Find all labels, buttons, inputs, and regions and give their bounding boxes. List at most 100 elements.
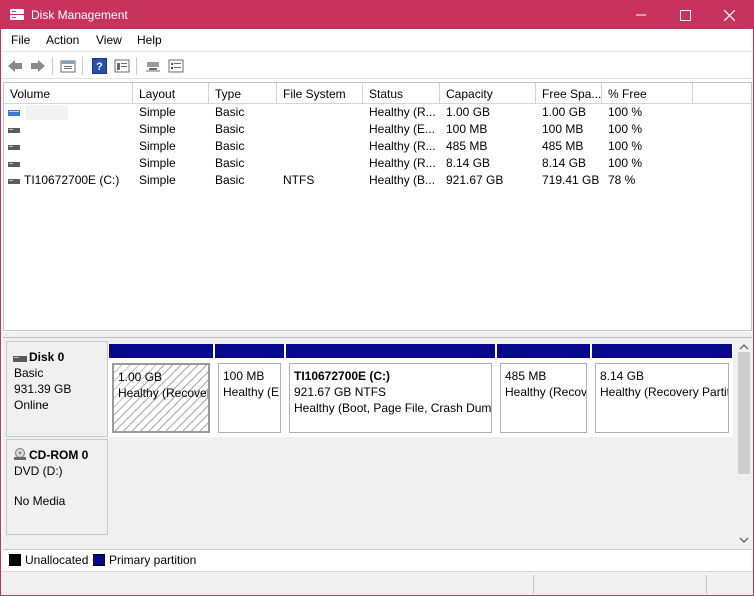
partition-recovery-3[interactable]: 8.14 GB Healthy (Recovery Partition) <box>592 344 732 436</box>
volume-free-space: 719.41 GB <box>542 173 600 187</box>
volume-row[interactable]: Simple Basic Healthy (R... 1.00 GB 1.00 … <box>4 104 751 121</box>
toolbar-separator <box>136 57 137 75</box>
maximize-button[interactable] <box>663 1 707 29</box>
connect-icon[interactable] <box>144 57 162 75</box>
volume-name <box>26 105 68 120</box>
column-file-system[interactable]: File System <box>277 83 363 103</box>
volume-type: Basic <box>215 173 245 187</box>
menu-file[interactable]: File <box>11 33 30 47</box>
menu-view[interactable]: View <box>96 33 122 47</box>
properties-icon[interactable] <box>59 57 77 75</box>
volume-row[interactable]: TI10672700E (C:) Simple Basic NTFS Healt… <box>4 172 751 189</box>
primary-partition-bar <box>592 344 732 358</box>
volume-status: Healthy (B... <box>369 173 436 187</box>
disk-type: DVD (D:) <box>14 464 63 478</box>
console-tree-icon[interactable] <box>113 57 131 75</box>
column-status[interactable]: Status <box>363 83 440 103</box>
volume-row[interactable]: Simple Basic Healthy (R... 8.14 GB 8.14 … <box>4 155 751 172</box>
settings-list-icon[interactable] <box>167 57 185 75</box>
graphical-disk-view: Disk 0 Basic 931.39 GB Online 1.00 GB He… <box>3 337 752 549</box>
status-bar <box>1 571 753 595</box>
column-capacity[interactable]: Capacity <box>440 83 536 103</box>
partition-status: Healthy (Recovery Partition) <box>600 385 728 399</box>
help-icon[interactable]: ? <box>90 57 108 75</box>
volume-free-space: 100 MB <box>542 122 584 136</box>
partition-status: Healthy (EFI System Partition) <box>223 385 280 399</box>
scrollbar-thumb[interactable] <box>738 352 750 474</box>
volume-capacity: 8.14 GB <box>446 156 491 170</box>
partition-c-drive[interactable]: TI10672700E (C:) 921.67 GB NTFS Healthy … <box>286 344 495 436</box>
disk-icon <box>13 352 27 366</box>
volume-name: TI10672700E (C:) <box>24 173 120 187</box>
partition-body-selected: 1.00 GB Healthy (Recovery Partition) <box>112 363 210 433</box>
toolbar-separator <box>82 57 83 75</box>
menu-action[interactable]: Action <box>46 33 79 47</box>
volume-capacity: 485 MB <box>446 139 488 153</box>
status-bar-divider <box>706 575 707 593</box>
volume-layout: Simple <box>139 156 176 170</box>
partition-efi[interactable]: 100 MB Healthy (EFI System Partition) <box>215 344 284 436</box>
menu-help[interactable]: Help <box>137 33 162 47</box>
minimize-button[interactable] <box>619 1 663 29</box>
title-bar[interactable]: Disk Management <box>1 1 753 29</box>
primary-partition-bar <box>215 344 284 358</box>
disk-name: Disk 0 <box>29 350 65 364</box>
forward-arrow-icon[interactable] <box>29 57 47 75</box>
cdrom-0-label[interactable]: CD-ROM 0 DVD (D:) No Media <box>6 439 108 535</box>
volume-list[interactable]: Volume Layout Type File System Status Ca… <box>3 82 752 331</box>
partition-size: 1.00 GB <box>118 370 163 384</box>
disk-management-window: Disk Management File Action View Help ? <box>0 0 754 596</box>
close-icon <box>723 9 735 21</box>
partition-recovery-2[interactable]: 485 MB Healthy (Recovery Partition) <box>497 344 590 436</box>
volume-list-header: Volume Layout Type File System Status Ca… <box>4 83 751 104</box>
cdrom-0-area[interactable] <box>108 439 733 535</box>
column-layout[interactable]: Layout <box>133 83 209 103</box>
volume-percent-free: 100 % <box>608 156 643 170</box>
column-volume[interactable]: Volume <box>4 83 133 103</box>
scroll-down-icon[interactable] <box>738 534 750 546</box>
primary-partition-bar <box>286 344 495 358</box>
volume-file-system: NTFS <box>283 173 315 187</box>
primary-partition-bar <box>497 344 590 358</box>
partition-size: 485 MB <box>505 369 547 383</box>
graphical-view-scrollbar[interactable] <box>736 338 752 549</box>
volume-icon <box>8 107 20 116</box>
partition-status: Healthy (Recovery Partition) <box>118 386 208 400</box>
toolbar-separator <box>52 57 53 75</box>
volume-row[interactable]: Simple Basic Healthy (R... 485 MB 485 MB… <box>4 138 751 155</box>
window-title: Disk Management <box>31 8 128 22</box>
volume-row[interactable]: Simple Basic Healthy (E... 100 MB 100 MB… <box>4 121 751 138</box>
partition-body: 485 MB Healthy (Recovery Partition) <box>500 363 587 433</box>
back-arrow-icon[interactable] <box>6 57 24 75</box>
disk-size: 931.39 GB <box>14 382 72 396</box>
status-bar-divider <box>533 575 534 593</box>
column-type[interactable]: Type <box>209 83 277 103</box>
disk-type: Basic <box>14 366 44 380</box>
svg-text:?: ? <box>96 61 103 73</box>
close-button[interactable] <box>707 1 751 29</box>
volume-capacity: 100 MB <box>446 122 488 136</box>
volume-status: Healthy (R... <box>369 105 436 119</box>
volume-icon <box>8 124 20 133</box>
column-percent-free[interactable]: % Free <box>602 83 693 103</box>
volume-percent-free: 100 % <box>608 122 643 136</box>
column-free-space[interactable]: Free Spa... <box>536 83 602 103</box>
volume-status: Healthy (E... <box>369 122 436 136</box>
volume-icon <box>8 175 20 184</box>
disk-0-label[interactable]: Disk 0 Basic 931.39 GB Online <box>6 341 108 437</box>
disk-status: No Media <box>14 494 66 508</box>
partition-recovery-1[interactable]: 1.00 GB Healthy (Recovery Partition) <box>109 344 213 436</box>
toolbar: ? <box>1 51 753 79</box>
volume-type: Basic <box>215 156 245 170</box>
partition-size: 921.67 GB NTFS <box>294 385 387 399</box>
menu-bar: File Action View Help <box>1 29 753 51</box>
volume-layout: Simple <box>139 105 176 119</box>
disk-name: CD-ROM 0 <box>29 448 89 462</box>
disk-management-app-icon <box>9 7 25 22</box>
volume-icon <box>8 141 20 150</box>
legend-unallocated-label: Unallocated <box>25 553 89 567</box>
volume-free-space: 1.00 GB <box>542 105 587 119</box>
partition-status: Healthy (Boot, Page File, Crash Dump, Pr… <box>294 401 491 415</box>
volume-type: Basic <box>215 139 245 153</box>
volume-free-space: 8.14 GB <box>542 156 587 170</box>
